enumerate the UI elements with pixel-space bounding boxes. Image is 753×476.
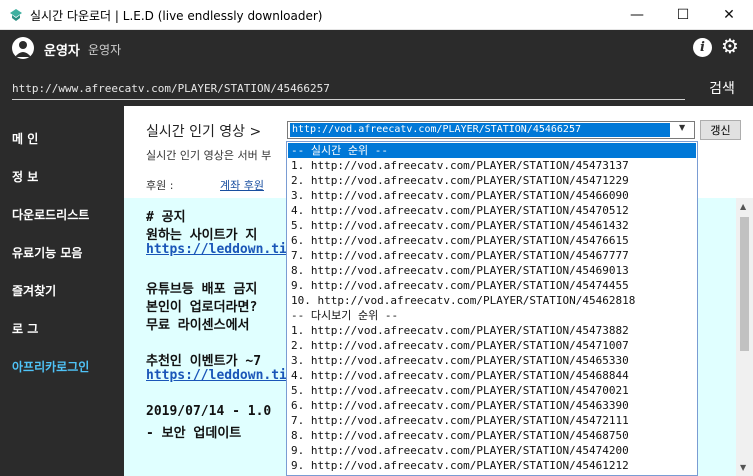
app-header: 운영자 운영자 i ⚙ 검색 <box>0 30 753 106</box>
user-role: 운영자 <box>88 43 122 57</box>
notice-line: 2019/07/14 - 1.0 <box>146 404 272 419</box>
sidebar-item-paid-features[interactable]: 유료기능 모음 <box>12 244 82 261</box>
url-input[interactable] <box>12 78 685 100</box>
notice-link[interactable]: https://leddown.tis <box>146 368 295 383</box>
sidebar-item-log[interactable]: 로 그 <box>12 320 38 337</box>
sidebar-item-info[interactable]: 정 보 <box>12 168 38 185</box>
app-logo-icon <box>10 9 22 21</box>
notice-line: # 공지 <box>146 210 186 225</box>
video-dropdown-list[interactable]: -- 실시간 순위 -- 1. http://vod.afreecatv.com… <box>286 141 698 476</box>
notice-line: 유튜브등 배포 금지 <box>146 282 258 297</box>
list-item[interactable]: 1. http://vod.afreecatv.com/PLAYER/STATI… <box>288 158 696 173</box>
notice-link[interactable]: https://leddown.tis <box>146 242 295 257</box>
list-item[interactable]: 3. http://vod.afreecatv.com/PLAYER/STATI… <box>288 188 696 203</box>
chevron-down-icon[interactable]: ▼ <box>679 123 685 132</box>
notice-line: - 보안 업데이트 <box>146 426 242 441</box>
page-title: 실시간 인기 영상 > <box>146 124 262 140</box>
notice-line: 무료 라이센스에서 <box>146 318 250 333</box>
refresh-button[interactable]: 갱신 <box>700 120 741 140</box>
sidebar-item-download-list[interactable]: 다운로드리스트 <box>12 206 89 223</box>
close-button[interactable]: ✕ <box>706 0 752 30</box>
dropdown-header-live[interactable]: -- 실시간 순위 -- <box>288 143 696 158</box>
user-name: 운영자 <box>44 44 80 59</box>
list-item[interactable]: 1. http://vod.afreecatv.com/PLAYER/STATI… <box>288 323 696 338</box>
user-icon <box>15 41 31 57</box>
list-item[interactable]: 6. http://vod.afreecatv.com/PLAYER/STATI… <box>288 398 696 413</box>
list-item[interactable]: 5. http://vod.afreecatv.com/PLAYER/STATI… <box>288 218 696 233</box>
notice-line: 추천인 이벤트가 ~7 <box>146 354 262 369</box>
title-bar: 실시간 다운로더 | L.E.D (live endlessly downloa… <box>0 0 753 30</box>
list-item[interactable]: 9. http://vod.afreecatv.com/PLAYER/STATI… <box>288 458 696 473</box>
window-title: 실시간 다운로더 | L.E.D (live endlessly downloa… <box>30 9 323 23</box>
list-item[interactable]: 4. http://vod.afreecatv.com/PLAYER/STATI… <box>288 203 696 218</box>
list-item[interactable]: 7. http://vod.afreecatv.com/PLAYER/STATI… <box>288 413 696 428</box>
list-item[interactable]: 2. http://vod.afreecatv.com/PLAYER/STATI… <box>288 173 696 188</box>
list-item[interactable]: 5. http://vod.afreecatv.com/PLAYER/STATI… <box>288 383 696 398</box>
donate-link[interactable]: 계좌 후원 <box>220 177 264 193</box>
list-item[interactable]: 8. http://vod.afreecatv.com/PLAYER/STATI… <box>288 428 696 443</box>
description-text: 실시간 인기 영상은 서버 부 <box>146 149 272 162</box>
list-item[interactable]: 4. http://vod.afreecatv.com/PLAYER/STATI… <box>288 368 696 383</box>
list-item[interactable]: 8. http://vod.afreecatv.com/PLAYER/STATI… <box>288 263 696 278</box>
gear-icon[interactable]: ⚙ <box>719 35 741 57</box>
minimize-button[interactable]: — <box>614 0 660 30</box>
scroll-down-icon[interactable]: ▼ <box>740 463 746 472</box>
list-item[interactable]: 9. http://vod.afreecatv.com/PLAYER/STATI… <box>288 443 696 458</box>
dropdown-header-replay[interactable]: -- 다시보기 순위 -- <box>288 308 696 323</box>
sidebar-item-afreeca-login[interactable]: 아프리카로그인 <box>12 358 89 375</box>
avatar[interactable] <box>12 37 34 59</box>
list-item[interactable]: 2. http://vod.afreecatv.com/PLAYER/STATI… <box>288 338 696 353</box>
notice-line: 본인이 업로더라면? <box>146 300 258 315</box>
sidebar-item-favorites[interactable]: 즐겨찾기 <box>12 282 56 299</box>
donate-label: 후원 : <box>146 179 174 192</box>
list-item[interactable]: 9. http://vod.afreecatv.com/PLAYER/STATI… <box>288 278 696 293</box>
combo-selected-value: http://vod.afreecatv.com/PLAYER/STATION/… <box>290 123 670 137</box>
info-icon[interactable]: i <box>693 38 712 57</box>
sidebar-item-main[interactable]: 메 인 <box>12 130 38 147</box>
notice-line: 원하는 사이트가 지 <box>146 228 258 243</box>
scroll-up-icon[interactable]: ▲ <box>740 202 746 211</box>
sidebar: 메 인 정 보 다운로드리스트 유료기능 모음 즐겨찾기 로 그 아프리카로그인 <box>0 106 124 476</box>
list-item[interactable]: 6. http://vod.afreecatv.com/PLAYER/STATI… <box>288 233 696 248</box>
popular-video-select[interactable]: http://vod.afreecatv.com/PLAYER/STATION/… <box>287 121 695 139</box>
list-item[interactable]: 3. http://vod.afreecatv.com/PLAYER/STATI… <box>288 353 696 368</box>
scroll-thumb[interactable] <box>740 217 749 351</box>
search-button[interactable]: 검색 <box>697 76 747 100</box>
notice-scrollbar[interactable]: ▲ ▼ <box>736 198 753 476</box>
list-item[interactable]: 7. http://vod.afreecatv.com/PLAYER/STATI… <box>288 248 696 263</box>
maximize-button[interactable]: ☐ <box>660 0 706 30</box>
list-item[interactable]: 10. http://vod.afreecatv.com/PLAYER/STAT… <box>288 293 696 308</box>
